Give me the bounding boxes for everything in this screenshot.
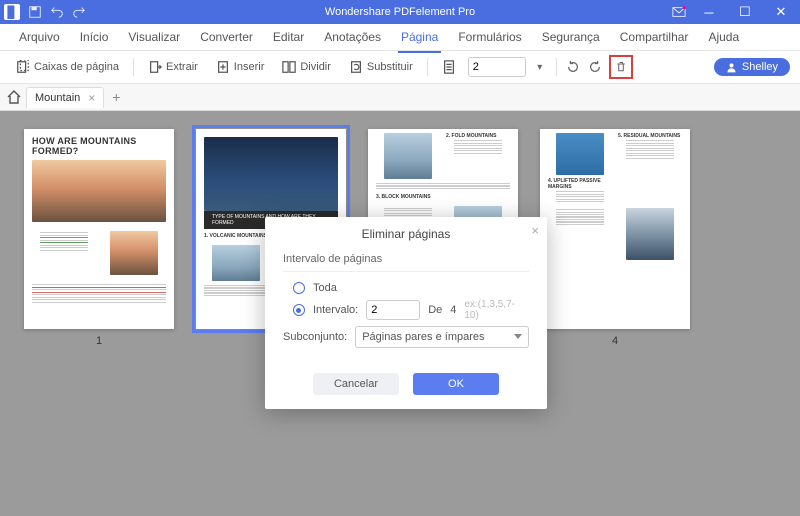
- ok-button[interactable]: OK: [413, 373, 499, 395]
- insert-label: Inserir: [234, 61, 265, 73]
- save-icon[interactable]: [28, 5, 42, 19]
- document-tab[interactable]: Mountain ×: [26, 87, 104, 108]
- thumb-1[interactable]: HOW ARE MOUNTAINS FORMED? 1: [24, 129, 174, 347]
- tab-add-button[interactable]: +: [112, 89, 120, 105]
- user-icon: [726, 62, 737, 73]
- radio-all[interactable]: [293, 282, 305, 294]
- close-button[interactable]: ✕: [768, 0, 794, 24]
- split-button[interactable]: Dividir: [276, 57, 337, 77]
- of-label: De: [428, 304, 442, 316]
- menu-ajuda[interactable]: Ajuda: [699, 26, 748, 48]
- extract-button[interactable]: Extrair: [142, 57, 204, 77]
- delete-page-icon[interactable]: [609, 55, 633, 79]
- subset-select[interactable]: Páginas pares e ímpares: [355, 326, 529, 348]
- subset-label: Subconjunto:: [283, 331, 347, 343]
- dialog-close-icon[interactable]: ×: [531, 223, 539, 238]
- undo-icon[interactable]: [50, 5, 64, 19]
- insert-button[interactable]: Inserir: [210, 57, 271, 77]
- maximize-button[interactable]: ☐: [732, 0, 758, 24]
- title-bar: ▊ Wondershare PDFelement Pro ─ ☐ ✕: [0, 0, 800, 24]
- page-nav-icon[interactable]: [436, 57, 462, 77]
- page1-title: HOW ARE MOUNTAINS FORMED?: [24, 129, 174, 160]
- dialog-title: Eliminar páginas ×: [265, 217, 547, 249]
- menu-visualizar[interactable]: Visualizar: [119, 26, 189, 48]
- menu-pagina[interactable]: Página: [392, 26, 447, 48]
- split-label: Dividir: [300, 61, 331, 73]
- menu-editar[interactable]: Editar: [264, 26, 313, 48]
- radio-range-label: Intervalo:: [313, 304, 358, 316]
- rotate-right-icon[interactable]: [587, 59, 603, 75]
- pagebox-label: Caixas de página: [34, 61, 119, 73]
- menu-inicio[interactable]: Início: [71, 26, 118, 48]
- user-name: Shelley: [742, 61, 778, 73]
- thumb-1-label: 1: [96, 335, 102, 347]
- chevron-down-icon[interactable]: ▾: [532, 59, 548, 75]
- dialog-section-label: Intervalo de páginas: [283, 253, 529, 265]
- tab-label: Mountain: [35, 92, 80, 104]
- replace-button[interactable]: Substituir: [343, 57, 419, 77]
- menu-formularios[interactable]: Formulários: [449, 26, 530, 48]
- mail-icon[interactable]: [672, 5, 686, 19]
- redo-icon[interactable]: [72, 5, 86, 19]
- minimize-button[interactable]: ─: [696, 0, 722, 24]
- thumb-4[interactable]: 4. UPLIFTED PASSIVE MARGINS5. RESIDUAL M…: [540, 129, 690, 347]
- delete-pages-dialog: Eliminar páginas × Intervalo de páginas …: [265, 217, 547, 409]
- page-number-input[interactable]: [468, 57, 526, 77]
- app-logo: ▊: [4, 4, 20, 20]
- menu-arquivo[interactable]: Arquivo: [10, 26, 69, 48]
- thumb-4-label: 4: [612, 335, 618, 347]
- range-input[interactable]: [366, 300, 420, 320]
- rotate-left-icon[interactable]: [565, 59, 581, 75]
- menu-anotacoes[interactable]: Anotações: [315, 26, 390, 48]
- cancel-button[interactable]: Cancelar: [313, 373, 399, 395]
- user-pill[interactable]: Shelley: [714, 58, 790, 76]
- menu-converter[interactable]: Converter: [191, 26, 262, 48]
- range-hint: ex:(1,3,5,7-10): [464, 299, 529, 321]
- radio-range[interactable]: [293, 304, 305, 316]
- radio-all-label: Toda: [313, 282, 337, 294]
- home-icon[interactable]: [6, 89, 22, 105]
- document-tabbar: Mountain × +: [0, 84, 800, 111]
- pagebox-button[interactable]: Caixas de página: [10, 57, 125, 77]
- page-toolbar: Caixas de página Extrair Inserir Dividir…: [0, 51, 800, 84]
- of-value: 4: [450, 304, 456, 316]
- thumbnail-workspace: HOW ARE MOUNTAINS FORMED? 1 TYPE OF MOUN…: [0, 111, 800, 516]
- menu-compartilhar[interactable]: Compartilhar: [611, 26, 698, 48]
- menu-seguranca[interactable]: Segurança: [533, 26, 609, 48]
- extract-label: Extrair: [166, 61, 198, 73]
- tab-close-icon[interactable]: ×: [88, 91, 95, 105]
- menu-bar: Arquivo Início Visualizar Converter Edit…: [0, 24, 800, 51]
- radio-range-row[interactable]: Intervalo: De 4 ex:(1,3,5,7-10): [293, 299, 529, 321]
- replace-label: Substituir: [367, 61, 413, 73]
- radio-all-row[interactable]: Toda: [293, 282, 529, 294]
